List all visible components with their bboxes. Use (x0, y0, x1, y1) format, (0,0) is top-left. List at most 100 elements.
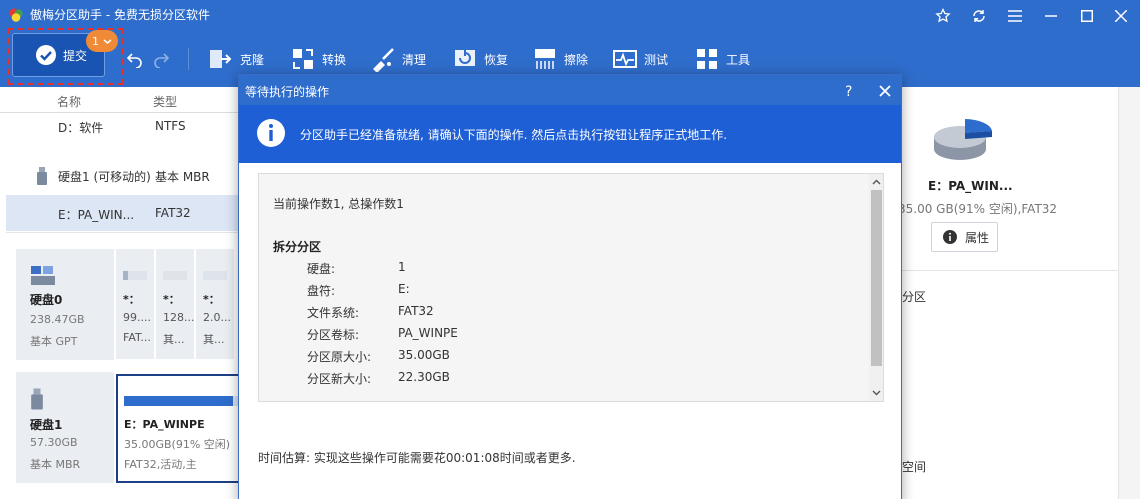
field-key: 硬盘: (307, 262, 336, 276)
disk-size: 57.30GB (30, 436, 78, 449)
info-message: 分区助手已经准备就绪, 请确认下面的操作. 然后点击执行按钮让程序正式地工作. (300, 128, 728, 142)
field-value: E: (398, 282, 410, 296)
row-name: E：PA_WIN... (58, 208, 135, 222)
tool-wipe-label: 擦除 (564, 52, 589, 67)
undo-icon[interactable] (126, 50, 144, 68)
clean-icon (373, 48, 394, 72)
side-separator (902, 270, 1118, 271)
operation-field: 硬盘: 1 (307, 260, 607, 278)
tool-recover-label: 恢复 (484, 52, 509, 67)
tool-tools[interactable]: 工具 (694, 44, 750, 74)
properties-button[interactable]: 属性 (931, 222, 998, 252)
disk0-partition[interactable]: *： 99.... FAT... (116, 249, 154, 359)
tool-convert[interactable]: 转换 (290, 44, 346, 74)
selected-partition-e[interactable]: E：PA_WINPE 35.00GB(91% 空闲) FAT32,活动,主 (116, 374, 240, 483)
tool-clean[interactable]: 清理 (370, 44, 426, 74)
disk0-card[interactable]: 硬盘0 238.47GB 基本 GPT (16, 249, 114, 360)
disk0-partition[interactable]: *： 128.... 其... (156, 249, 194, 359)
partition-fs: 其... (163, 333, 185, 346)
tool-recover[interactable]: 恢复 (452, 44, 508, 74)
partition-fs: FAT32,活动,主 (124, 458, 197, 471)
row-type: NTFS (155, 119, 186, 133)
refresh-icon[interactable] (962, 4, 996, 28)
tool-test[interactable]: 测试 (612, 44, 668, 74)
close-window-icon[interactable] (1104, 4, 1138, 28)
info-icon (257, 119, 285, 147)
tool-tools-label: 工具 (726, 52, 751, 67)
disk-type: 基本 GPT (30, 335, 78, 348)
row-type: 基本 MBR (155, 170, 210, 184)
close-icon[interactable] (875, 81, 895, 101)
menu-icon[interactable] (998, 4, 1032, 28)
scroll-up-icon[interactable] (869, 175, 883, 189)
partition-detail: 35.00 GB(91% 空闲),FAT32 (898, 202, 1058, 216)
usage-bar (123, 271, 147, 280)
commit-label: 提交 (63, 48, 88, 63)
row-type: FAT32 (155, 206, 191, 220)
tool-wipe[interactable]: 擦除 (532, 44, 588, 74)
partition-size: 35.00GB(91% 空闲) (124, 438, 231, 451)
row-name: 硬盘1 (可移动的) (58, 170, 151, 184)
recover-icon (455, 50, 475, 66)
field-key: 文件系统: (307, 306, 360, 320)
convert-icon (293, 49, 313, 69)
usage-bar (163, 271, 187, 280)
side-text: 空间 (902, 460, 927, 474)
pending-count-badge[interactable]: 1 (86, 30, 118, 52)
pending-operations-dialog: 等待执行的操作 ? 分区助手已经准备就绪, 请确认下面的操作. 然后点击执行按钮… (238, 74, 902, 499)
side-panel: E：PA_WIN... 35.00 GB(91% 空闲),FAT32 属性 分区… (898, 87, 1140, 499)
list-row-e-selected[interactable]: E：PA_WIN... FAT32 (6, 195, 240, 231)
dialog-title: 等待执行的操作 (245, 85, 330, 99)
help-icon[interactable]: ? (839, 81, 859, 101)
operations-list: 当前操作数1, 总操作数1 拆分分区 硬盘: 1 盘符: E: 文件系统: FA… (258, 173, 884, 402)
usage-bar (124, 396, 238, 406)
tool-convert-label: 转换 (322, 52, 347, 67)
partition-name: E：PA_WINPE (124, 418, 205, 431)
partition-size: 99.... (123, 311, 151, 324)
tool-clone[interactable]: 克隆 (208, 44, 264, 74)
disk-type: 基本 MBR (30, 458, 81, 471)
operation-name: 拆分分区 (273, 240, 322, 254)
side-scrollbar[interactable] (1118, 87, 1140, 499)
partition-letter: *： (163, 293, 180, 306)
operation-count: 当前操作数1, 总操作数1 (273, 197, 404, 211)
disk1-card[interactable]: 硬盘1 57.30GB 基本 MBR (16, 372, 114, 483)
partition-size: 128.... (163, 311, 194, 324)
partition-letter: *： (123, 293, 140, 306)
field-value: PA_WINPE (398, 326, 458, 340)
disk-size: 238.47GB (30, 313, 85, 326)
dialog-info-banner: 分区助手已经准备就绪, 请确认下面的操作. 然后点击执行按钮让程序正式地工作. (239, 105, 901, 163)
scroll-thumb[interactable] (871, 190, 882, 366)
favorite-star-icon[interactable] (926, 4, 960, 28)
app-title: 傲梅分区助手 - 免费无损分区软件 (30, 8, 210, 22)
list-row-disk1[interactable]: 硬盘1 (可移动的) 基本 MBR (6, 157, 240, 193)
operations-scrollbar[interactable] (869, 174, 883, 401)
svg-text:?: ? (845, 84, 852, 100)
chevron-down-icon (103, 38, 112, 44)
operation-field: 文件系统: FAT32 (307, 304, 607, 322)
row-name: D：软件 (58, 121, 104, 135)
list-row-d[interactable]: D：软件 NTFS (6, 108, 240, 144)
partition-fs: FAT... (123, 331, 151, 344)
field-value: 22.30GB (398, 370, 450, 384)
scroll-down-icon[interactable] (869, 386, 883, 400)
tool-clean-label: 清理 (402, 52, 427, 67)
maximize-icon[interactable] (1070, 4, 1104, 28)
minimize-icon[interactable] (1034, 4, 1068, 28)
disk0-partition[interactable]: *： 2.0... 其... (196, 249, 234, 359)
operation-field: 分区卷标: PA_WINPE (307, 326, 607, 344)
properties-label: 属性 (965, 230, 990, 245)
list-divider (6, 232, 240, 233)
field-key: 盘符: (307, 284, 336, 298)
side-text: 分区 (902, 290, 927, 304)
partition-fs: 其... (203, 333, 225, 346)
field-value: 1 (398, 260, 406, 274)
redo-icon[interactable] (152, 50, 170, 68)
partition-letter: *： (203, 293, 220, 306)
toolbar-separator (188, 48, 189, 70)
field-value: FAT32 (398, 304, 434, 318)
tool-test-label: 测试 (644, 52, 669, 67)
pending-count: 1 (92, 34, 99, 48)
disk-name: 硬盘0 (30, 293, 63, 307)
tool-clone-label: 克隆 (240, 52, 265, 67)
